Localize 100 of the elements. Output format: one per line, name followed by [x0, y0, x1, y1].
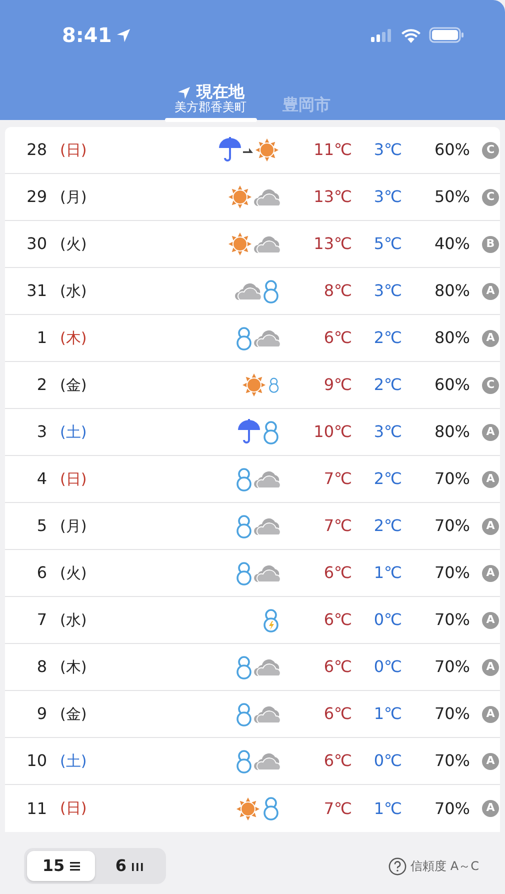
reliability-badge: C	[482, 376, 499, 394]
precipitation-chance: 70%	[433, 562, 470, 584]
days-toggle[interactable]: 6	[95, 851, 163, 881]
precipitation-chance: 70%	[433, 798, 470, 820]
low-temperature: 0℃	[372, 609, 402, 631]
battery-icon	[429, 27, 465, 43]
high-temperature: 7℃	[322, 515, 352, 537]
reliability-badge: C	[482, 188, 499, 206]
precipitation-chance: 70%	[433, 515, 470, 537]
precipitation-chance: 70%	[433, 656, 470, 678]
high-temperature: 6℃	[322, 327, 352, 349]
day-number: 5	[36, 515, 47, 537]
low-temperature: 3℃	[372, 186, 402, 208]
low-temperature: 0℃	[372, 656, 402, 678]
weekday-label: (日)	[59, 798, 88, 820]
sun-icon	[227, 231, 253, 257]
reliability-badge: A	[482, 282, 499, 300]
precipitation-chance: 60%	[433, 374, 470, 396]
weekday-label: (日)	[59, 468, 88, 490]
low-temperature: 2℃	[372, 327, 402, 349]
low-temperature: 1℃	[372, 703, 402, 725]
day-number: 29	[26, 186, 47, 208]
day-number: 4	[36, 468, 47, 490]
day-number: 1	[36, 327, 47, 349]
high-temperature: 7℃	[322, 468, 352, 490]
weekday-label: (金)	[59, 704, 88, 725]
days-toggle[interactable]: 15	[27, 851, 95, 881]
snowman-icon	[235, 466, 253, 492]
precipitation-chance: 50%	[433, 186, 470, 208]
low-temperature: 5℃	[372, 233, 402, 255]
reliability-badge: A	[482, 564, 499, 582]
signal-icon	[371, 28, 393, 42]
weekday-label: (土)	[59, 750, 88, 772]
umbrella-icon	[237, 419, 261, 445]
weekday-label: (月)	[59, 186, 88, 208]
low-temperature: 2℃	[372, 374, 402, 396]
high-temperature: 8℃	[322, 280, 352, 302]
precipitation-chance: 70%	[433, 750, 470, 772]
snowman-icon	[262, 796, 280, 821]
weekday-label: (木)	[59, 656, 88, 678]
low-temperature: 1℃	[372, 562, 402, 584]
weekday-label: (火)	[59, 562, 88, 584]
high-temperature: 6℃	[322, 656, 352, 678]
low-temperature: 0℃	[372, 750, 402, 772]
high-temperature: 11℃	[312, 139, 352, 161]
precipitation-chance: 60%	[433, 139, 470, 161]
precipitation-chance: 80%	[433, 280, 470, 302]
high-temperature: 13℃	[312, 186, 352, 208]
day-number: 11	[26, 798, 47, 820]
status-time: 8:41	[62, 22, 112, 49]
day-number: 7	[36, 609, 47, 631]
sun-icon	[235, 796, 261, 822]
day-number: 2	[36, 374, 47, 396]
precipitation-chance: 70%	[433, 703, 470, 725]
reliability-badge: A	[482, 424, 499, 440]
snowman-icon	[235, 654, 253, 680]
snowman-icon	[262, 278, 280, 304]
low-temperature: 3℃	[372, 421, 402, 443]
high-temperature: 9℃	[322, 374, 352, 396]
reliability-badge: C	[482, 142, 499, 158]
weekday-label: (金)	[59, 374, 88, 396]
low-temperature: 2℃	[372, 515, 402, 537]
weekday-label: (水)	[59, 280, 88, 302]
weekday-label: (土)	[59, 422, 88, 443]
low-temperature: 3℃	[372, 280, 402, 302]
location-arrow-icon	[116, 28, 131, 42]
day-number: 10	[26, 750, 47, 772]
arrow-icon	[243, 148, 253, 153]
precipitation-chance: 40%	[433, 233, 470, 255]
day-number: 28	[26, 139, 47, 161]
precipitation-chance: 80%	[433, 421, 470, 443]
reliability-badge: A	[482, 706, 499, 722]
reliability-badge: A	[482, 330, 499, 346]
day-number: 9	[36, 703, 47, 725]
high-temperature: 7℃	[322, 798, 352, 820]
low-temperature: 2℃	[372, 468, 402, 490]
high-temperature: 13℃	[312, 233, 352, 255]
columns-icon	[132, 860, 143, 872]
snowman-thunder-icon	[262, 608, 280, 632]
snowman-icon	[235, 702, 253, 726]
reliability-badge: A	[482, 658, 499, 676]
list-icon	[70, 860, 80, 872]
sun-icon	[227, 184, 253, 210]
low-temperature: 1℃	[372, 798, 402, 820]
snowman-icon	[235, 514, 253, 538]
low-temperature: 3℃	[372, 139, 402, 161]
day-number: 31	[26, 280, 47, 302]
day-number: 30	[26, 233, 47, 255]
high-temperature: 6℃	[322, 703, 352, 725]
day-number: 8	[36, 656, 47, 678]
reliability-badge: A	[482, 800, 499, 817]
weekday-label: (水)	[59, 610, 88, 631]
help-icon[interactable]	[388, 856, 407, 876]
umbrella-icon	[218, 137, 242, 163]
reliability-badge: A	[482, 518, 499, 534]
snowman-icon	[262, 420, 280, 444]
high-temperature: 6℃	[322, 750, 352, 772]
wifi-icon	[401, 28, 421, 42]
sun-icon	[254, 137, 280, 163]
reliability-badge: A	[482, 612, 499, 628]
